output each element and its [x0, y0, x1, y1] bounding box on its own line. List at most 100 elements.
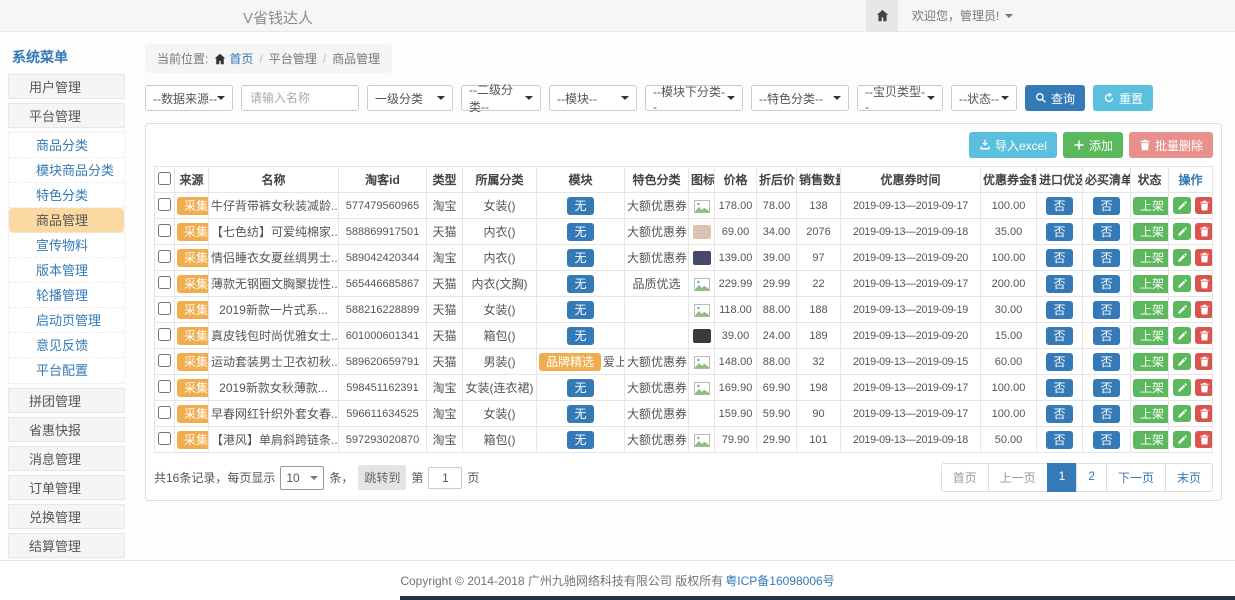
delete-button[interactable]: [1195, 197, 1213, 214]
status-toggle[interactable]: 上架: [1133, 197, 1169, 215]
edit-button[interactable]: [1173, 431, 1191, 448]
edit-button[interactable]: [1173, 275, 1191, 292]
row-checkbox[interactable]: [158, 302, 171, 315]
sidebar-subitem-0[interactable]: 商品分类: [9, 133, 124, 158]
sidebar-item-bottom-4[interactable]: 兑换管理: [8, 504, 125, 529]
sidebar-item-bottom-1[interactable]: 省惠快报: [8, 417, 125, 442]
name-search-input[interactable]: [241, 85, 359, 111]
filter-select-6[interactable]: --特色分类--: [751, 85, 849, 111]
sidebar-item-bottom-0[interactable]: 拼团管理: [8, 388, 125, 413]
module-badge[interactable]: 无: [567, 249, 593, 267]
search-button[interactable]: 查询: [1025, 85, 1085, 111]
status-toggle[interactable]: 上架: [1133, 327, 1169, 345]
pager-button-4[interactable]: 下一页: [1106, 463, 1166, 492]
pager-button-3[interactable]: 2: [1076, 463, 1107, 492]
select-all-checkbox[interactable]: [158, 172, 171, 185]
delete-button[interactable]: [1195, 405, 1213, 422]
must-buy-toggle[interactable]: 否: [1093, 197, 1119, 215]
sidebar-item-bottom-5[interactable]: 结算管理: [8, 533, 125, 558]
sidebar-item-users[interactable]: 用户管理: [8, 74, 125, 99]
must-buy-toggle[interactable]: 否: [1093, 249, 1119, 267]
must-buy-toggle[interactable]: 否: [1093, 301, 1119, 319]
status-toggle[interactable]: 上架: [1133, 379, 1169, 397]
edit-button[interactable]: [1173, 249, 1191, 266]
filter-select-0[interactable]: --数据来源--: [145, 85, 233, 111]
sidebar-subitem-5[interactable]: 版本管理: [9, 258, 124, 283]
delete-button[interactable]: [1195, 327, 1213, 344]
module-badge[interactable]: 无: [567, 431, 593, 449]
status-toggle[interactable]: 上架: [1133, 353, 1169, 371]
sidebar-subitem-3[interactable]: 商品管理: [9, 208, 124, 233]
filter-select-5[interactable]: --模块下分类--: [645, 85, 743, 111]
must-buy-toggle[interactable]: 否: [1093, 223, 1119, 241]
reset-button[interactable]: 重置: [1093, 85, 1153, 111]
edit-button[interactable]: [1173, 353, 1191, 370]
import-select-toggle[interactable]: 否: [1046, 249, 1072, 267]
sidebar-item-bottom-2[interactable]: 消息管理: [8, 446, 125, 471]
row-checkbox[interactable]: [158, 380, 171, 393]
import-select-toggle[interactable]: 否: [1046, 327, 1072, 345]
row-checkbox[interactable]: [158, 432, 171, 445]
filter-select-2[interactable]: 一级分类: [367, 85, 453, 111]
edit-button[interactable]: [1173, 405, 1191, 422]
row-checkbox[interactable]: [158, 406, 171, 419]
row-checkbox[interactable]: [158, 224, 171, 237]
delete-button[interactable]: [1195, 353, 1213, 370]
row-checkbox[interactable]: [158, 276, 171, 289]
sidebar-subitem-6[interactable]: 轮播管理: [9, 283, 124, 308]
sidebar-subitem-1[interactable]: 模块商品分类: [9, 158, 124, 183]
sidebar-subitem-2[interactable]: 特色分类: [9, 183, 124, 208]
row-checkbox[interactable]: [158, 328, 171, 341]
delete-button[interactable]: [1195, 431, 1213, 448]
delete-button[interactable]: [1195, 223, 1213, 240]
module-badge[interactable]: 无: [567, 223, 593, 241]
import-select-toggle[interactable]: 否: [1046, 379, 1072, 397]
must-buy-toggle[interactable]: 否: [1093, 327, 1119, 345]
module-badge[interactable]: 无: [567, 327, 593, 345]
pager-button-2[interactable]: 1: [1047, 463, 1078, 492]
home-button[interactable]: [866, 0, 898, 31]
status-toggle[interactable]: 上架: [1133, 223, 1169, 241]
delete-button[interactable]: [1195, 379, 1213, 396]
import-select-toggle[interactable]: 否: [1046, 301, 1072, 319]
sidebar-subitem-8[interactable]: 意见反馈: [9, 333, 124, 358]
breadcrumb-home-link[interactable]: 首页: [214, 50, 253, 67]
import-select-toggle[interactable]: 否: [1046, 353, 1072, 371]
sidebar-subitem-4[interactable]: 宣传物料: [9, 233, 124, 258]
jump-button[interactable]: 跳转到: [358, 465, 406, 490]
icp-link[interactable]: 粤ICP备16098006号: [725, 572, 834, 589]
import-select-toggle[interactable]: 否: [1046, 405, 1072, 423]
module-badge[interactable]: 无: [567, 275, 593, 293]
sidebar-item-bottom-3[interactable]: 订单管理: [8, 475, 125, 500]
edit-button[interactable]: [1173, 301, 1191, 318]
filter-select-3[interactable]: --二级分类--: [461, 85, 541, 111]
row-checkbox[interactable]: [158, 198, 171, 211]
module-badge[interactable]: 无: [567, 301, 593, 319]
import-select-toggle[interactable]: 否: [1046, 223, 1072, 241]
pager-button-5[interactable]: 末页: [1165, 463, 1213, 492]
status-toggle[interactable]: 上架: [1133, 405, 1169, 423]
module-badge[interactable]: 无: [567, 379, 593, 397]
must-buy-toggle[interactable]: 否: [1093, 353, 1119, 371]
import-excel-button[interactable]: 导入excel: [969, 132, 1057, 158]
filter-select-4[interactable]: --模块--: [549, 85, 637, 111]
must-buy-toggle[interactable]: 否: [1093, 431, 1119, 449]
module-badge[interactable]: 无: [567, 405, 593, 423]
chevron-down-icon[interactable]: [1005, 14, 1013, 18]
module-badge[interactable]: 无: [567, 197, 593, 215]
edit-button[interactable]: [1173, 327, 1191, 344]
import-select-toggle[interactable]: 否: [1046, 431, 1072, 449]
import-select-toggle[interactable]: 否: [1046, 197, 1072, 215]
status-toggle[interactable]: 上架: [1133, 275, 1169, 293]
sidebar-item-platform[interactable]: 平台管理: [8, 103, 125, 128]
import-select-toggle[interactable]: 否: [1046, 275, 1072, 293]
per-page-select[interactable]: 10: [280, 466, 324, 490]
filter-select-7[interactable]: --宝贝类型--: [857, 85, 943, 111]
must-buy-toggle[interactable]: 否: [1093, 379, 1119, 397]
delete-button[interactable]: [1195, 301, 1213, 318]
edit-button[interactable]: [1173, 379, 1191, 396]
edit-button[interactable]: [1173, 197, 1191, 214]
must-buy-toggle[interactable]: 否: [1093, 275, 1119, 293]
add-button[interactable]: 添加: [1063, 132, 1123, 158]
sidebar-subitem-7[interactable]: 启动页管理: [9, 308, 124, 333]
